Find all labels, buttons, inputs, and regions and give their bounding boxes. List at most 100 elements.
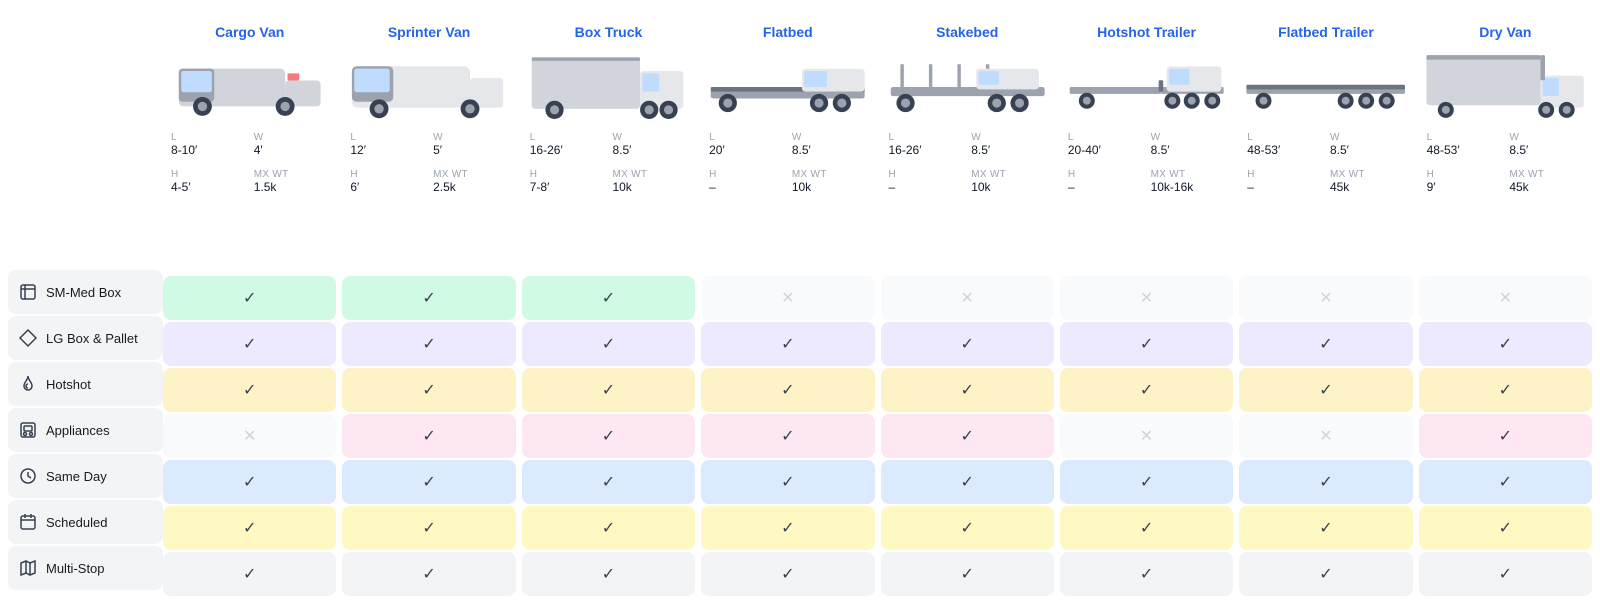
cell-sprinter-van-row-0: ✓ bbox=[342, 276, 515, 320]
vehicle-title-box-truck: Box Truck bbox=[575, 24, 643, 40]
check-icon: ✓ bbox=[781, 564, 794, 584]
cell-hotshot-trailer-row-3: ✕ bbox=[1060, 414, 1233, 458]
flame-icon bbox=[18, 374, 38, 394]
check-icon: ✓ bbox=[602, 564, 615, 584]
cell-sprinter-van-row-6: ✓ bbox=[342, 552, 515, 596]
check-icon: ✓ bbox=[960, 472, 973, 492]
sidebar-item-scheduled[interactable]: Scheduled bbox=[8, 500, 163, 544]
cell-dry-van-row-6: ✓ bbox=[1419, 552, 1592, 596]
check-icon: ✓ bbox=[602, 334, 615, 354]
check-icon: ✓ bbox=[422, 288, 435, 308]
cell-dry-van-row-2: ✓ bbox=[1419, 368, 1592, 412]
check-icon: ✓ bbox=[781, 334, 794, 354]
cell-flatbed-trailer-row-0: ✕ bbox=[1239, 276, 1412, 320]
cell-box-truck-row-0: ✓ bbox=[522, 276, 695, 320]
sidebar-item-same-day[interactable]: Same Day bbox=[8, 454, 163, 498]
cell-flatbed-row-2: ✓ bbox=[701, 368, 874, 412]
cell-flatbed-row-3: ✓ bbox=[701, 414, 874, 458]
cell-hotshot-trailer-row-6: ✓ bbox=[1060, 552, 1233, 596]
vehicle-header-sprinter-van: Sprinter Van L 12′ W 5′ H 6′ bbox=[342, 16, 515, 276]
cell-sprinter-van-row-3: ✓ bbox=[342, 414, 515, 458]
vehicle-specs-box-truck: L 16-26′ W 8.5′ H 7-8′ MX WT 10k bbox=[526, 130, 691, 196]
check-icon: ✓ bbox=[422, 472, 435, 492]
check-icon: ✓ bbox=[1499, 472, 1512, 492]
cell-cargo-van-row-1: ✓ bbox=[163, 322, 336, 366]
check-icon: ✓ bbox=[960, 426, 973, 446]
vehicle-title-hotshot-trailer: Hotshot Trailer bbox=[1097, 24, 1196, 40]
sidebar: SM-Med Box LG Box & Pallet Hotshot Appli… bbox=[8, 16, 163, 596]
cross-icon: ✕ bbox=[960, 288, 973, 308]
sidebar-item-sm-med-box[interactable]: SM-Med Box bbox=[8, 270, 163, 314]
check-icon: ✓ bbox=[960, 334, 973, 354]
vehicle-header-flatbed-trailer: Flatbed Trailer L 48-53′ W 8.5′ H – bbox=[1239, 16, 1412, 276]
cell-box-truck-row-5: ✓ bbox=[522, 506, 695, 550]
check-icon: ✓ bbox=[1499, 518, 1512, 538]
cells-area-dry-van: ✕✓✓✓✓✓✓ bbox=[1419, 276, 1592, 596]
cell-box-truck-row-1: ✓ bbox=[522, 322, 695, 366]
calendar-icon bbox=[18, 512, 38, 532]
check-icon: ✓ bbox=[781, 518, 794, 538]
sidebar-item-lg-box-pallet[interactable]: LG Box & Pallet bbox=[8, 316, 163, 360]
cell-flatbed-trailer-row-6: ✓ bbox=[1239, 552, 1412, 596]
box-icon bbox=[18, 282, 38, 302]
cell-sprinter-van-row-4: ✓ bbox=[342, 460, 515, 504]
vehicle-title-stakebed: Stakebed bbox=[936, 24, 998, 40]
check-icon: ✓ bbox=[243, 472, 256, 492]
cell-box-truck-row-6: ✓ bbox=[522, 552, 695, 596]
vehicle-image-dry-van bbox=[1423, 48, 1588, 118]
vehicle-header-dry-van: Dry Van L 48-53′ W 8.5′ H 9′ bbox=[1419, 16, 1592, 276]
vehicle-image-cargo-van bbox=[167, 48, 332, 118]
check-icon: ✓ bbox=[1140, 472, 1153, 492]
sidebar-item-appliances[interactable]: Appliances bbox=[8, 408, 163, 452]
check-icon: ✓ bbox=[1319, 472, 1332, 492]
appliance-icon bbox=[18, 420, 38, 440]
sidebar-label-hotshot: Hotshot bbox=[46, 377, 91, 392]
cell-cargo-van-row-4: ✓ bbox=[163, 460, 336, 504]
check-icon: ✓ bbox=[781, 472, 794, 492]
vehicle-title-flatbed: Flatbed bbox=[763, 24, 813, 40]
check-icon: ✓ bbox=[422, 334, 435, 354]
vehicle-header-cargo-van: Cargo Van L 8-10′ W 4′ H 4-5′ bbox=[163, 16, 336, 276]
cell-cargo-van-row-5: ✓ bbox=[163, 506, 336, 550]
vehicle-image-sprinter-van bbox=[346, 48, 511, 118]
vehicle-specs-cargo-van: L 8-10′ W 4′ H 4-5′ MX WT 1.5k bbox=[167, 130, 332, 196]
vehicle-title-flatbed-trailer: Flatbed Trailer bbox=[1278, 24, 1374, 40]
check-icon: ✓ bbox=[1499, 380, 1512, 400]
vehicle-col-stakebed: Stakebed L 16-26′ W 8.5′ H bbox=[881, 16, 1054, 596]
cell-cargo-van-row-0: ✓ bbox=[163, 276, 336, 320]
cell-flatbed-row-4: ✓ bbox=[701, 460, 874, 504]
cell-dry-van-row-5: ✓ bbox=[1419, 506, 1592, 550]
check-icon: ✓ bbox=[243, 288, 256, 308]
check-icon: ✓ bbox=[1499, 334, 1512, 354]
check-icon: ✓ bbox=[422, 564, 435, 584]
cell-hotshot-trailer-row-4: ✓ bbox=[1060, 460, 1233, 504]
check-icon: ✓ bbox=[243, 334, 256, 354]
check-icon: ✓ bbox=[422, 380, 435, 400]
check-icon: ✓ bbox=[243, 564, 256, 584]
cell-stakebed-row-0: ✕ bbox=[881, 276, 1054, 320]
check-icon: ✓ bbox=[1140, 564, 1153, 584]
cell-flatbed-trailer-row-1: ✓ bbox=[1239, 322, 1412, 366]
sidebar-item-hotshot[interactable]: Hotshot bbox=[8, 362, 163, 406]
vehicle-specs-stakebed: L 16-26′ W 8.5′ H – MX WT 10k bbox=[885, 130, 1050, 196]
cell-sprinter-van-row-5: ✓ bbox=[342, 506, 515, 550]
vehicle-col-flatbed: Flatbed L 20′ W 8.5′ H – bbox=[701, 16, 874, 596]
cell-cargo-van-row-3: ✕ bbox=[163, 414, 336, 458]
vehicle-specs-dry-van: L 48-53′ W 8.5′ H 9′ MX WT 45k bbox=[1423, 130, 1588, 196]
sidebar-label-multi-stop: Multi-Stop bbox=[46, 561, 105, 576]
vehicle-image-box-truck bbox=[526, 48, 691, 118]
check-icon: ✓ bbox=[1499, 564, 1512, 584]
cell-box-truck-row-3: ✓ bbox=[522, 414, 695, 458]
cell-dry-van-row-4: ✓ bbox=[1419, 460, 1592, 504]
sidebar-label-sm-med-box: SM-Med Box bbox=[46, 285, 121, 300]
sidebar-item-multi-stop[interactable]: Multi-Stop bbox=[8, 546, 163, 590]
cell-hotshot-trailer-row-1: ✓ bbox=[1060, 322, 1233, 366]
cell-hotshot-trailer-row-5: ✓ bbox=[1060, 506, 1233, 550]
check-icon: ✓ bbox=[1140, 380, 1153, 400]
check-icon: ✓ bbox=[1319, 380, 1332, 400]
cell-cargo-van-row-2: ✓ bbox=[163, 368, 336, 412]
vehicle-title-dry-van: Dry Van bbox=[1479, 24, 1531, 40]
vehicle-specs-sprinter-van: L 12′ W 5′ H 6′ MX WT 2.5k bbox=[346, 130, 511, 196]
cell-dry-van-row-3: ✓ bbox=[1419, 414, 1592, 458]
cell-hotshot-trailer-row-2: ✓ bbox=[1060, 368, 1233, 412]
